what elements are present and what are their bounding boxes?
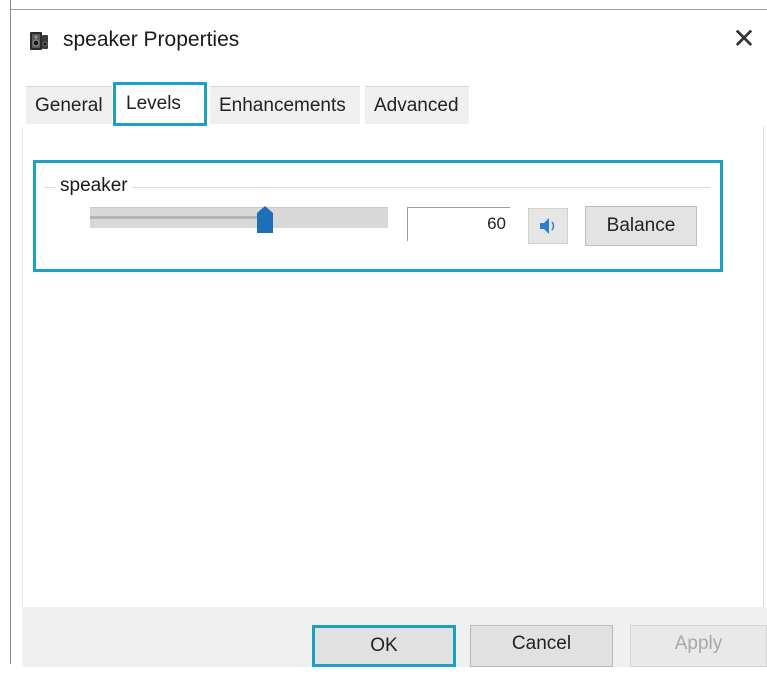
ok-button[interactable]: OK: [312, 625, 456, 667]
apply-button[interactable]: Apply: [630, 625, 767, 667]
close-icon[interactable]: ✕: [729, 24, 759, 54]
speaker-properties-window: speaker Properties ✕ General Levels Enha…: [0, 0, 767, 675]
tab-enhancements[interactable]: Enhancements: [210, 86, 360, 124]
cancel-button[interactable]: Cancel: [470, 625, 613, 667]
speaker-properties-icon: [30, 32, 48, 50]
volume-value-field[interactable]: 60: [407, 207, 510, 241]
tab-strip: General Levels Enhancements Advanced: [22, 82, 762, 128]
tab-advanced[interactable]: Advanced: [365, 86, 469, 124]
group-frame-line: [44, 187, 710, 188]
volume-slider-fill: [90, 216, 266, 219]
tab-levels[interactable]: Levels: [113, 82, 207, 126]
mute-toggle-button[interactable]: [528, 208, 568, 244]
title-bar[interactable]: speaker Properties ✕: [11, 10, 767, 72]
tab-general[interactable]: General: [26, 86, 112, 124]
speaker-level-group: speaker 60 Balance: [33, 160, 723, 272]
speaker-volume-icon: [540, 218, 555, 234]
window-title: speaker Properties: [63, 28, 240, 51]
volume-slider-thumb[interactable]: [257, 206, 274, 233]
balance-button[interactable]: Balance: [585, 206, 697, 246]
group-label: speaker: [56, 175, 132, 197]
window-left-border: [10, 0, 11, 664]
